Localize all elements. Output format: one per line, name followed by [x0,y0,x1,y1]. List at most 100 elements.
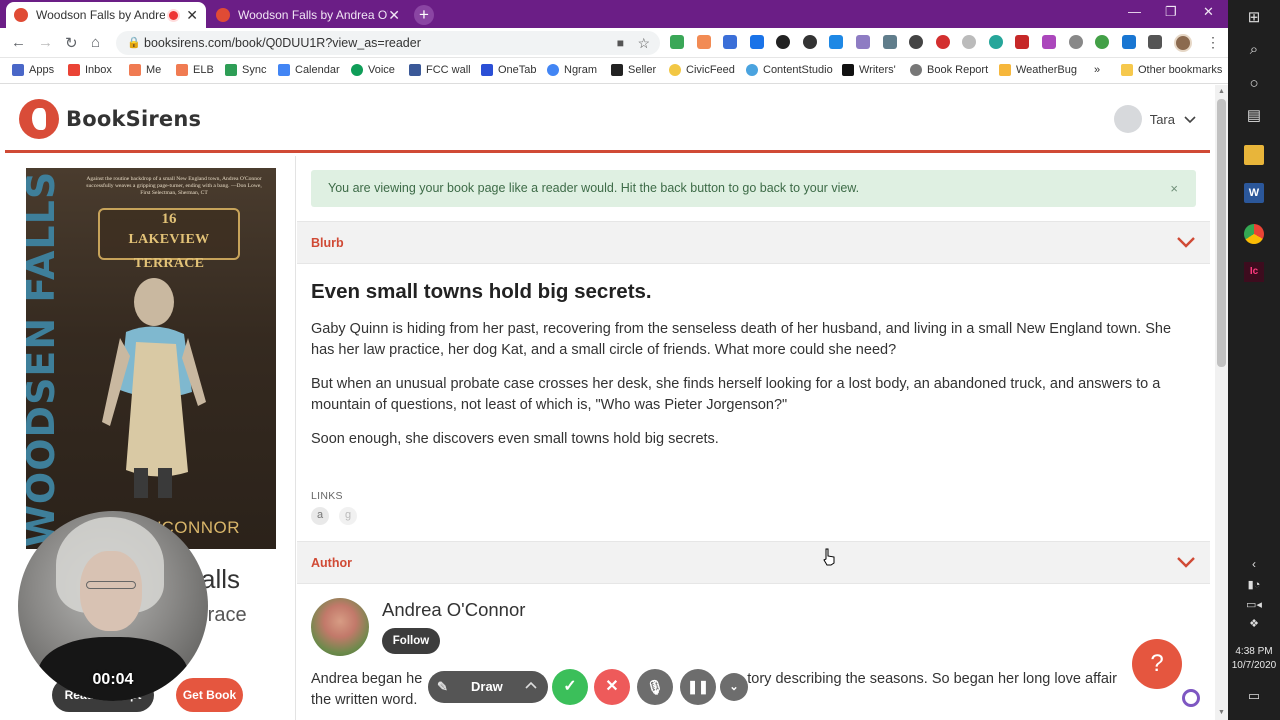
amazon-link-icon[interactable]: a [311,507,329,525]
bookmark-item[interactable]: Seller [611,64,656,76]
hand-cursor-icon [823,548,835,566]
bookmark-item[interactable]: FCC wall [409,64,471,76]
windows-start-icon[interactable]: ⊞ [1244,8,1264,28]
chevron-up-icon [525,677,537,692]
bookmark-item[interactable]: Writers' [842,64,896,76]
word-icon[interactable]: W [1244,183,1264,203]
bookmark-item[interactable]: OneTab [481,64,537,76]
extension-icon[interactable] [936,35,950,49]
extension-icon[interactable] [697,35,711,49]
cancel-recording-button[interactable]: ✕ [594,669,630,705]
browser-tab-inactive[interactable]: Woodson Falls by Andrea O'Connor ✕ [208,2,408,28]
camera-icon[interactable]: ■ [617,31,624,55]
bookmark-star-icon[interactable]: ☆ [637,31,650,55]
task-view-icon[interactable]: ▤ [1244,106,1264,126]
browser-tab-active[interactable]: Woodson Falls by Andrea O'Connor ✕ [6,2,206,28]
bookmark-item[interactable]: CivicFeed [669,64,735,76]
chrome-icon[interactable] [1244,224,1264,244]
chevron-down-icon [1176,555,1196,573]
bookmarks-bar: Apps Inbox Me ELB Sync Calendar Voice FC… [0,59,1228,84]
close-icon[interactable]: × [1170,170,1178,207]
chevron-down-icon [1176,235,1196,253]
bookmark-item[interactable]: Calendar [278,64,340,76]
indesign-icon[interactable]: Ic [1244,262,1264,282]
close-window-icon[interactable]: ✕ [1203,4,1214,20]
bookmark-item[interactable]: Ngram [547,64,597,76]
author-section-header[interactable]: Author [297,541,1210,584]
restore-window-icon[interactable]: ❐ [1165,4,1177,20]
extension-icon[interactable] [803,35,817,49]
bookmark-item[interactable]: ELB [176,64,214,76]
blurb-paragraph: Gaby Quinn is hiding from her past, reco… [311,321,1172,358]
user-menu[interactable]: Tara [1113,105,1196,133]
minimize-window-icon[interactable]: — [1128,4,1141,19]
cover-quote: Against the routine backdrop of a small … [86,176,262,196]
extension-icon[interactable] [989,35,1003,49]
browser-menu-icon[interactable]: ⋮ [1206,34,1220,51]
profile-avatar[interactable] [1174,34,1192,52]
more-options-chevron-icon[interactable]: ⌄ [720,673,748,701]
new-tab-button[interactable]: + [414,5,434,25]
bookmark-item[interactable]: WeatherBug [999,64,1077,76]
extension-icon[interactable] [776,35,790,49]
extension-icon[interactable] [962,35,976,49]
extension-icon[interactable] [1095,35,1109,49]
system-tray-icons[interactable]: ▮◔ [1244,575,1264,595]
bookmark-item[interactable]: Inbox [68,64,112,76]
pause-button[interactable]: ❚❚ [680,669,716,705]
home-icon[interactable]: ⌂ [91,34,100,51]
clock[interactable]: 4:38 PM 10/7/2020 [1228,645,1280,673]
bookmark-item[interactable]: Voice [351,64,395,76]
chevron-left-icon[interactable]: ‹ [1244,554,1264,574]
close-tab-icon[interactable]: ✕ [388,7,400,24]
dropbox-icon[interactable]: ❖ [1244,614,1264,634]
recording-indicator-icon [169,10,179,20]
cortana-icon[interactable]: ○ [1244,74,1264,94]
extensions-puzzle-icon[interactable] [1148,35,1162,49]
bookmark-item[interactable]: Apps [12,64,54,76]
other-bookmarks-folder[interactable]: Other bookmarks [1121,64,1222,76]
reload-icon[interactable]: ↻ [65,34,78,52]
extension-icon[interactable] [670,35,684,49]
cover-doll-illustration [102,278,206,498]
site-logo[interactable]: BookSirens [19,99,201,139]
goodreads-link-icon[interactable]: g [339,507,357,525]
notifications-icon[interactable]: ▭ [1244,686,1264,706]
bookmark-item[interactable]: ContentStudio [746,64,833,76]
search-icon[interactable]: ⌕ [1244,40,1264,60]
extension-icon[interactable] [883,35,897,49]
extension-icon[interactable] [1069,35,1083,49]
finish-recording-button[interactable]: ✓ [552,669,588,705]
microphone-icon[interactable]: 🎙 [637,669,673,705]
bookmark-item[interactable]: Book Report [910,64,988,76]
bookmark-item[interactable]: Me [129,64,161,76]
extension-icon[interactable] [909,35,923,49]
back-arrow-icon[interactable]: ← [11,34,26,51]
recorder-app-icon[interactable] [1182,689,1200,707]
webcam-bubble[interactable]: 00:04 [18,511,208,701]
extension-icon[interactable] [1042,35,1056,49]
scrollbar-thumb[interactable] [1217,99,1226,367]
user-name: Tara [1149,111,1175,127]
blurb-paragraph: But when an unusual probate case crosses… [311,376,1161,413]
extension-icon[interactable] [723,35,737,49]
extension-icon[interactable] [1122,35,1136,49]
extension-icon[interactable] [856,35,870,49]
extension-icon[interactable] [1015,35,1029,49]
close-tab-icon[interactable]: ✕ [186,7,198,24]
links-label: LINKS [311,490,343,502]
follow-button[interactable]: Follow [382,628,440,654]
page-scrollbar[interactable]: ▲ ▼ [1215,85,1228,720]
battery-volume-icons[interactable]: ▭◂ [1244,595,1264,615]
bookmarks-overflow-button[interactable]: » [1094,64,1100,76]
help-button[interactable]: ? [1132,639,1182,689]
author-bio-end: tory describing the seasons. So began he… [747,671,1117,687]
draw-button[interactable]: ✎ Draw [428,671,548,703]
extension-icon[interactable] [750,35,764,49]
bookmark-item[interactable]: Sync [225,64,266,76]
forward-arrow-icon[interactable]: → [38,34,53,51]
extension-icon[interactable] [829,35,843,49]
blurb-section-header[interactable]: Blurb [297,221,1210,264]
address-bar[interactable]: 🔒 booksirens.com/book/Q0DUU1R?view_as=re… [116,31,660,55]
file-explorer-icon[interactable] [1244,145,1264,165]
